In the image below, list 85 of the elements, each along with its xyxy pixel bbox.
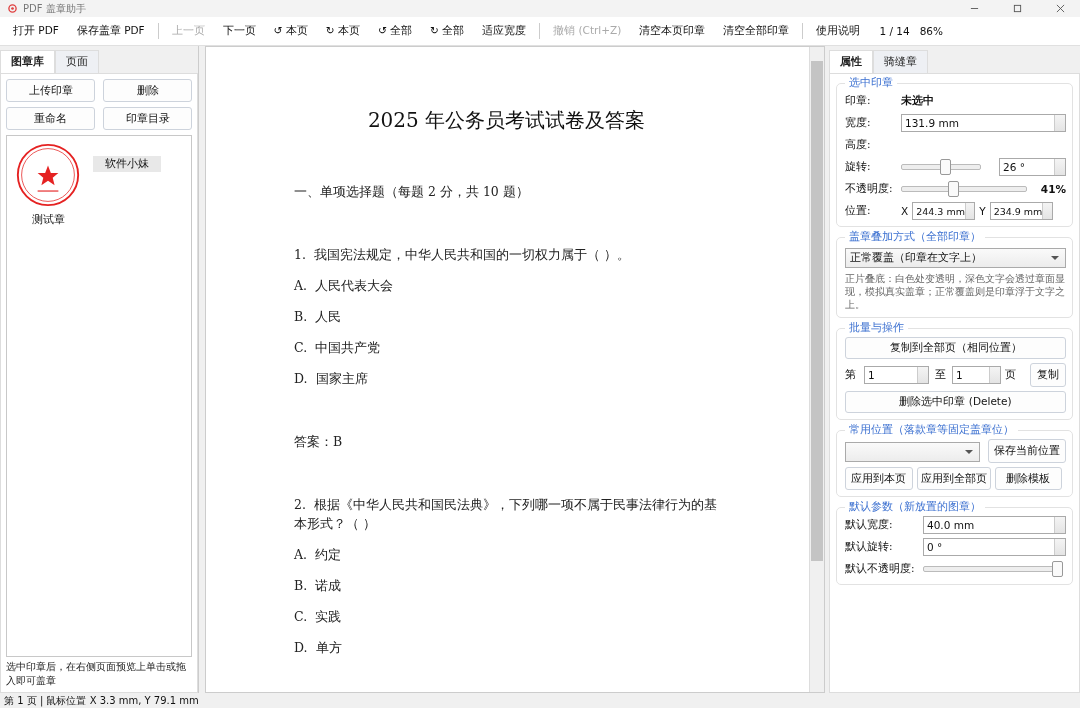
maximize-icon[interactable] (1013, 4, 1022, 13)
document-line: D. 单方 (294, 639, 343, 657)
field-label: 印章: (845, 94, 872, 108)
blend-mode-dropdown[interactable]: 正常覆盖（印章在文字上） (845, 248, 1066, 268)
group-title: 盖章叠加方式（全部印章） (848, 230, 982, 244)
panel-button[interactable]: 印章目录 (103, 107, 193, 130)
width-field[interactable]: 40.0 mm (923, 516, 1066, 534)
field-label: X (901, 205, 909, 217)
field-label: 旋转: (845, 160, 872, 174)
field-label: 第 (845, 368, 856, 382)
field-label: 宽度: (845, 116, 872, 130)
panel-button[interactable]: 删除 (103, 79, 193, 102)
copy-button[interactable]: 复制 (1030, 363, 1066, 387)
field-label: 页 (1005, 368, 1016, 382)
hint-text: 选中印章后，在右侧页面预览上单击或拖入即可盖章 (6, 660, 187, 688)
position-dropdown[interactable] (845, 442, 980, 462)
save-button[interactable]: 保存当前位置 (988, 439, 1066, 463)
width-field[interactable]: 131.9 mm (901, 114, 1066, 132)
toolbar-button[interactable]: ↺ 本页 (264, 21, 317, 41)
document-line: 2. 根据《中华人民共和国民法典》，下列哪一项不属于民事法律行为的基本形式？（ ） (294, 496, 718, 533)
field-label: 至 (935, 368, 946, 382)
toolbar-button[interactable]: 清空全部印章 (714, 21, 799, 41)
group-title: 常用位置（落款章等固定盖章位） (848, 423, 1015, 437)
document-line: A. 约定 (294, 546, 342, 564)
document-line: A. 人民代表大会 (294, 277, 394, 295)
document-line: 答案：B (294, 433, 344, 451)
opacity-value: 41% (1040, 183, 1066, 195)
window-title: PDF 盖章助手 (23, 1, 86, 16)
document-line: D. 国家主席 (294, 370, 369, 388)
delete-button[interactable]: 删除选中印章 (Delete) (845, 391, 1066, 413)
delete-button[interactable]: 删除模板 (994, 467, 1062, 490)
stamp-status: 未选中 (901, 94, 934, 108)
document-line: C. 中国共产党 (294, 339, 382, 357)
toolbar-button[interactable]: 适应宽度 (473, 21, 536, 41)
tab[interactable]: 属性 (829, 50, 873, 73)
apply-button[interactable]: 应用到本页 (845, 467, 913, 490)
field-label: 高度: (845, 138, 872, 152)
document-line: 1. 我国宪法规定，中华人民共和国的一切权力属于（ ）。 (294, 246, 631, 264)
tab[interactable]: 图章库 (0, 50, 55, 73)
scrollbar[interactable] (809, 47, 824, 692)
toolbar-button[interactable]: 使用说明 (807, 21, 870, 41)
toolbar-button[interactable]: ↻ 全部 (421, 21, 474, 41)
stamp-item[interactable]: 测试章 (27, 212, 69, 228)
apply-button[interactable]: 应用到全部页 (916, 467, 991, 490)
slider-handle[interactable] (939, 159, 951, 175)
field-label: 位置: (845, 204, 872, 218)
toolbar-button[interactable]: ↺ 全部 (368, 21, 421, 41)
seal-drawing (15, 142, 81, 208)
toolbar-button[interactable]: 保存盖章 PDF (67, 21, 154, 41)
toolbar-button[interactable]: ↻ 本页 (316, 21, 369, 41)
copy-button[interactable]: 复制到全部页（相同位置） (845, 337, 1066, 359)
document-title: 2025 年公务员考试试卷及答案 (366, 107, 647, 134)
slider-handle[interactable] (947, 181, 959, 197)
toolbar-button[interactable]: 清空本页印章 (630, 21, 715, 41)
app-icon (8, 4, 17, 13)
field-label: 不透明度: (845, 182, 894, 196)
document-line: C. 实践 (294, 608, 343, 626)
close-icon[interactable] (1056, 4, 1065, 13)
document-line: 一、单项选择题（每题 2 分，共 10 题） (294, 183, 530, 201)
page-field[interactable]: 1 (864, 366, 929, 384)
toolbar-text: 86% (919, 25, 943, 37)
document-line: B. 人民 (294, 308, 343, 326)
field-label: 默认旋转: (845, 540, 894, 554)
toolbar-button[interactable]: 打开 PDF (4, 21, 68, 41)
stamp-item[interactable]: 软件小妹 (93, 156, 161, 172)
toolbar-button[interactable]: 下一页 (213, 21, 265, 41)
y-field[interactable]: 234.9 mm (989, 202, 1053, 220)
field-label: Y (979, 205, 986, 217)
panel-button[interactable]: 上传印章 (6, 79, 96, 102)
group-title: 默认参数（新放置的图章） (848, 500, 982, 514)
rotation-field[interactable]: 0 ° (923, 538, 1066, 556)
field-label: 默认不透明度: (845, 562, 916, 576)
x-field[interactable]: 244.3 mm (912, 202, 976, 220)
help-text: 正片叠底：白色处变透明，深色文字会透过章面显现，模拟真实盖章；正常覆盖则是印章浮于文字之上。 (845, 272, 1066, 311)
page-field[interactable]: 1 (952, 366, 1001, 384)
slider-handle[interactable] (1052, 561, 1063, 577)
document-line: B. 诺成 (294, 577, 343, 595)
panel-button[interactable]: 重命名 (6, 107, 96, 130)
toolbar-text: 1 / 14 (879, 25, 910, 37)
group-title: 批量与操作 (848, 321, 905, 335)
tab[interactable]: 页面 (55, 50, 99, 73)
rotation-field[interactable]: 26 ° (999, 158, 1066, 176)
group-title: 选中印章 (848, 76, 894, 90)
field-label: 默认宽度: (845, 518, 894, 532)
tab[interactable]: 骑缝章 (873, 50, 928, 73)
